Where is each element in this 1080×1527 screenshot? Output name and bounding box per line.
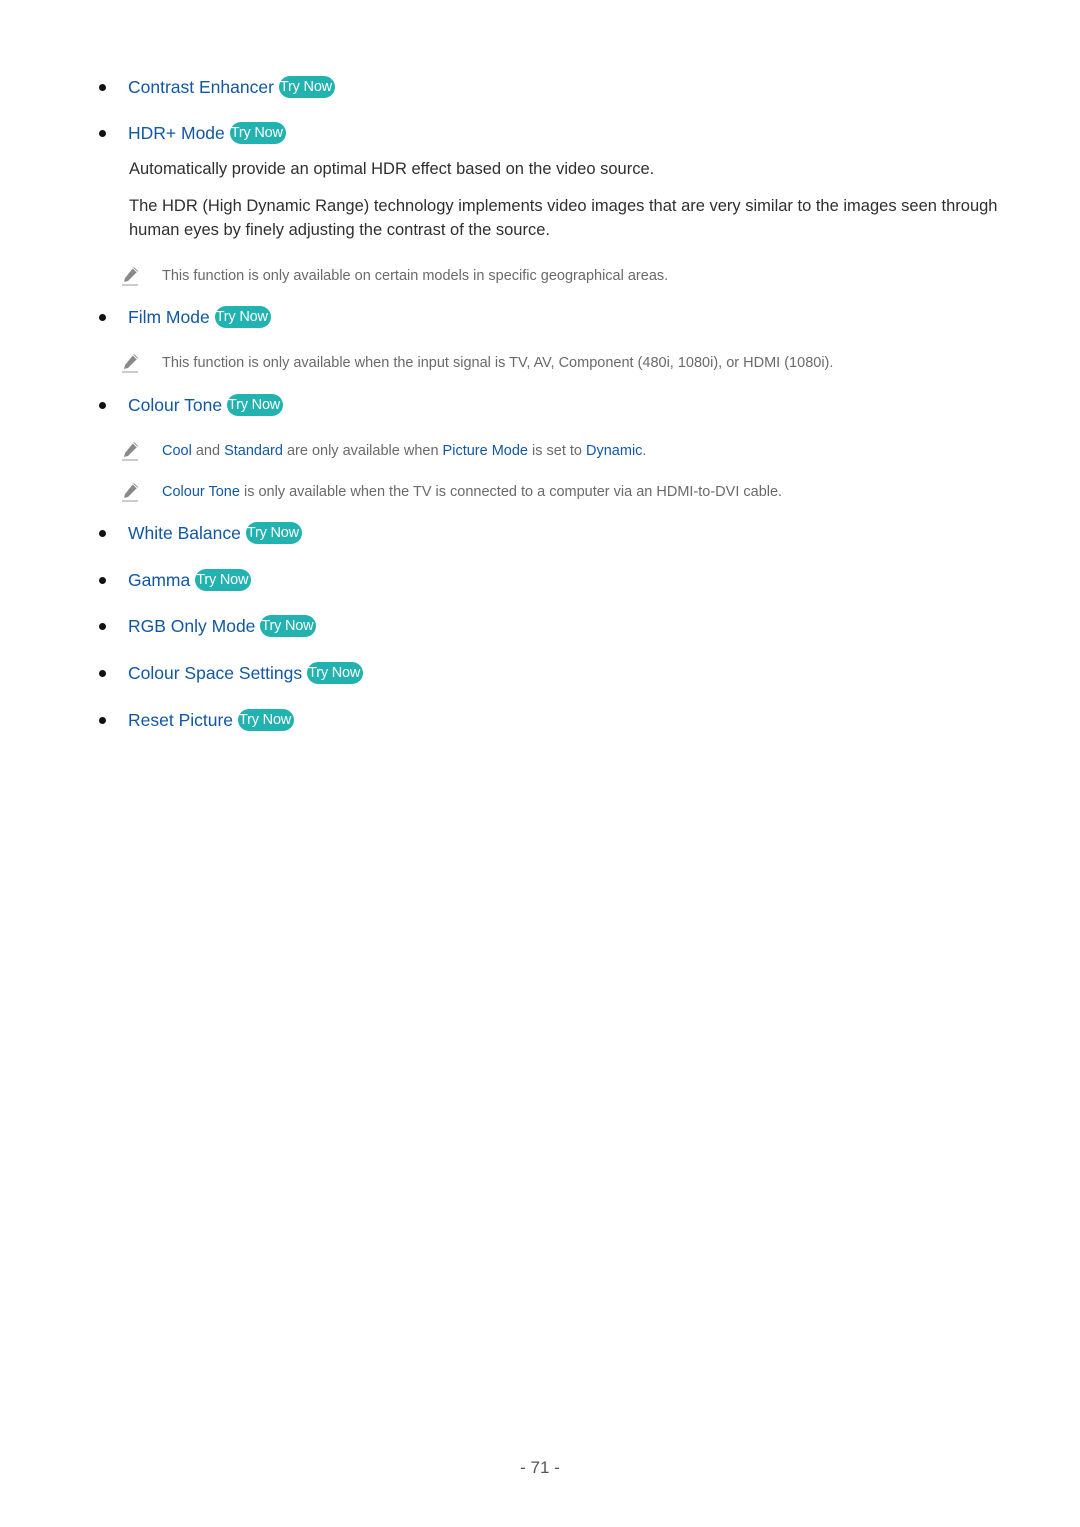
bullet-icon xyxy=(99,401,106,409)
item-title[interactable]: Gamma xyxy=(128,570,190,591)
item-title[interactable]: Colour Tone xyxy=(128,395,222,416)
text-fragment: is set to xyxy=(527,443,587,459)
try-now-button[interactable]: Try Now xyxy=(214,306,271,328)
try-now-button[interactable]: Try Now xyxy=(229,122,286,144)
note-hdr: This function is only available on certa… xyxy=(121,264,668,288)
term-cool: Cool xyxy=(162,443,192,459)
bullet-icon xyxy=(99,622,106,630)
text-fragment: and xyxy=(191,443,225,459)
text-fragment: is only available when the TV is connect… xyxy=(239,484,783,500)
list-item-film-mode: Film Mode Try Now xyxy=(96,303,271,331)
list-item-colour-tone: Colour Tone Try Now xyxy=(96,391,284,419)
pencil-note-icon xyxy=(121,482,139,502)
list-item-contrast-enhancer: Contrast Enhancer Try Now xyxy=(96,73,335,101)
list-item-rgb-only-mode: RGB Only Mode Try Now xyxy=(96,612,317,640)
text-fragment: . xyxy=(642,443,647,459)
try-now-button[interactable]: Try Now xyxy=(260,615,317,637)
note-text: This function is only available on certa… xyxy=(162,268,669,284)
try-now-button[interactable]: Try Now xyxy=(245,522,302,544)
text-fragment: are only available when xyxy=(282,443,443,459)
item-title[interactable]: Film Mode xyxy=(128,307,210,328)
pencil-note-icon xyxy=(121,441,139,461)
note-film-mode: This function is only available when the… xyxy=(121,351,833,375)
bullet-icon xyxy=(99,716,106,724)
note-text: Colour Tone is only available when the T… xyxy=(162,484,782,500)
bullet-icon xyxy=(99,576,106,584)
try-now-button[interactable]: Try Now xyxy=(307,662,364,684)
item-title[interactable]: RGB Only Mode xyxy=(128,616,255,637)
bullet-icon xyxy=(99,529,106,537)
bullet-icon xyxy=(99,129,106,137)
try-now-button[interactable]: Try Now xyxy=(227,394,284,416)
pencil-note-icon xyxy=(121,353,139,373)
item-title[interactable]: Colour Space Settings xyxy=(128,663,302,684)
term-standard: Standard xyxy=(224,443,283,459)
note-text: This function is only available when the… xyxy=(162,355,834,371)
term-dynamic: Dynamic xyxy=(586,443,643,459)
bullet-icon xyxy=(99,83,106,91)
list-item-gamma: Gamma Try Now xyxy=(96,566,252,594)
hdr-description-2: The HDR (High Dynamic Range) technology … xyxy=(129,197,998,239)
bullet-icon xyxy=(99,669,106,677)
manual-page: Contrast Enhancer Try Now HDR+ Mode Try … xyxy=(0,0,1080,1527)
item-title[interactable]: Contrast Enhancer xyxy=(128,77,274,98)
note-colour-tone-modes: Cool and Standard are only available whe… xyxy=(121,439,646,463)
item-title[interactable]: Reset Picture xyxy=(128,710,233,731)
term-picture-mode: Picture Mode xyxy=(442,443,528,459)
item-title[interactable]: HDR+ Mode xyxy=(128,123,225,144)
term-colour-tone: Colour Tone xyxy=(162,484,240,500)
list-item-white-balance: White Balance Try Now xyxy=(96,519,302,547)
list-item-hdr-plus-mode: HDR+ Mode Try Now xyxy=(96,119,286,147)
bullet-icon xyxy=(99,313,106,321)
try-now-button[interactable]: Try Now xyxy=(238,709,295,731)
hdr-description-1: Automatically provide an optimal HDR eff… xyxy=(129,160,655,178)
try-now-button[interactable]: Try Now xyxy=(195,569,252,591)
page-number: - 71 - xyxy=(520,1458,560,1477)
note-colour-tone-hdmi-dvi: Colour Tone is only available when the T… xyxy=(121,480,782,504)
note-text: Cool and Standard are only available whe… xyxy=(162,443,646,459)
list-item-colour-space-settings: Colour Space Settings Try Now xyxy=(96,659,364,687)
item-title[interactable]: White Balance xyxy=(128,523,241,544)
pencil-note-icon xyxy=(121,266,139,286)
try-now-button[interactable]: Try Now xyxy=(278,76,335,98)
list-item-reset-picture: Reset Picture Try Now xyxy=(96,706,295,734)
